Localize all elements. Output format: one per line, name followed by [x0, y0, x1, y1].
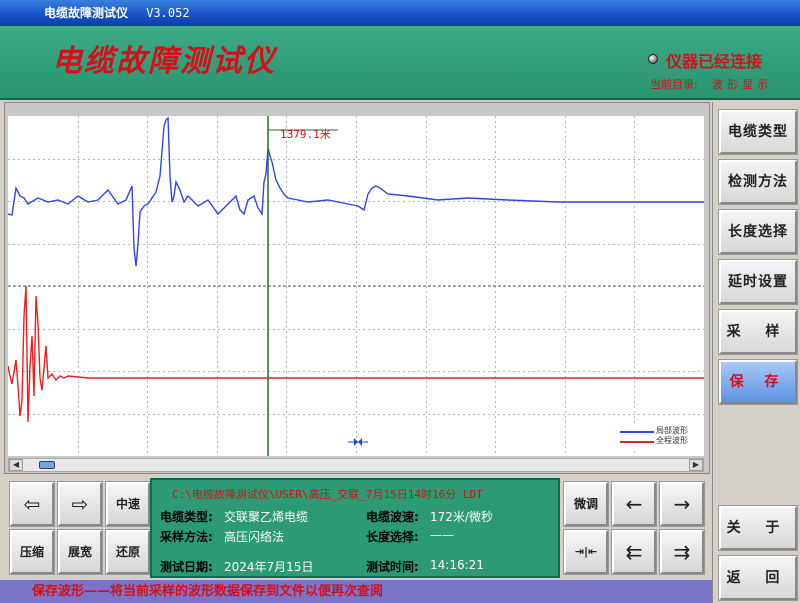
wave-speed-value: 172米/微秒 [430, 510, 493, 524]
scroll-right-arrow-button[interactable]: ⇨ [58, 482, 102, 526]
app-window: 电缆故障测试仪 V3.052 电缆故障测试仪 仪器已经连接 当前目录: 波形显示… [0, 0, 800, 603]
sample-button[interactable]: 采 样 [719, 310, 797, 354]
sample-method-value: 高压闪络法 [224, 530, 285, 544]
jump-to-cursor-button[interactable]: ⇥|⇤ [564, 530, 608, 574]
length-select-button[interactable]: 长度选择 [719, 210, 797, 254]
expand-button[interactable]: 展宽 [58, 530, 102, 574]
cable-type-value: 交联聚乙烯电缆 [224, 510, 309, 524]
plot-legend: 局部波形 全程波形 [620, 424, 696, 448]
fine-tune-button[interactable]: 微调 [564, 482, 608, 526]
save-button[interactable]: 保 存 [719, 360, 797, 404]
right-menu-panel: 电缆类型 检测方法 长度选择 延时设置 采 样 保 存 关 于 返 回 [712, 102, 800, 603]
info-panel: C:\电缆故障测试仪\USER\高压_交联_7月15日14时16分 LDT 电缆… [150, 478, 560, 578]
back-button[interactable]: 返 回 [719, 556, 797, 600]
cable-type-label: 电缆类型: [160, 510, 213, 524]
scroll-left-icon[interactable]: ◀ [9, 459, 23, 471]
length-select-value: —— [430, 528, 454, 542]
file-path: C:\电缆故障测试仪\USER\高压_交联_7月15日14时16分 LDT [172, 488, 483, 501]
nudge-left-button[interactable]: ← [612, 482, 656, 526]
legend-swatch-local [620, 431, 654, 433]
about-button[interactable]: 关 于 [719, 506, 797, 550]
scroll-right-icon[interactable]: ▶ [689, 459, 703, 471]
compress-button[interactable]: 压缩 [10, 530, 54, 574]
detect-method-button[interactable]: 检测方法 [719, 160, 797, 204]
page-right-button[interactable]: ⇉ [660, 530, 704, 574]
mid-speed-button[interactable]: 中速 [106, 482, 150, 526]
test-time-value: 14:16:21 [430, 558, 484, 572]
scroll-left-arrow-button[interactable]: ⇦ [10, 482, 54, 526]
sample-method-label: 采样方法: [160, 530, 213, 544]
legend-label-local: 局部波形 [656, 426, 688, 435]
connection-led-icon [648, 54, 658, 64]
current-dir-value: 波形显示 [712, 78, 772, 91]
test-time-label: 测试时间: [366, 560, 419, 574]
cursor-distance-label: 1379.1米 [280, 128, 331, 141]
restore-button[interactable]: 还原 [106, 530, 150, 574]
marker-icon [354, 438, 362, 446]
cable-type-button[interactable]: 电缆类型 [719, 110, 797, 154]
legend-swatch-full [620, 441, 654, 443]
delay-setting-button[interactable]: 延时设置 [719, 260, 797, 304]
page-left-button[interactable]: ⇇ [612, 530, 656, 574]
scroll-thumb[interactable] [39, 461, 55, 469]
nudge-right-button[interactable]: → [660, 482, 704, 526]
status-bar: 保存波形——将当前采样的波形数据保存到文件以便再次查阅 [0, 580, 712, 603]
title-bar: 电缆故障测试仪 V3.052 [0, 0, 800, 26]
length-select-label: 长度选择: [366, 530, 419, 544]
version-label: V3.052 [146, 6, 190, 20]
horizontal-scrollbar[interactable]: ◀ ▶ [8, 458, 704, 472]
app-title: 电缆故障测试仪 [52, 44, 276, 79]
waveform-plot[interactable] [8, 116, 704, 456]
wave-speed-label: 电缆波速: [366, 510, 419, 524]
window-title: 电缆故障测试仪 [44, 6, 129, 20]
test-date-value: 2024年7月15日 [224, 560, 314, 574]
waveform-svg [8, 116, 704, 456]
test-date-label: 测试日期: [160, 560, 213, 574]
connection-status: 仪器已经连接 [666, 52, 763, 71]
legend-label-full: 全程波形 [656, 436, 688, 445]
current-dir-label: 当前目录: [650, 78, 698, 91]
